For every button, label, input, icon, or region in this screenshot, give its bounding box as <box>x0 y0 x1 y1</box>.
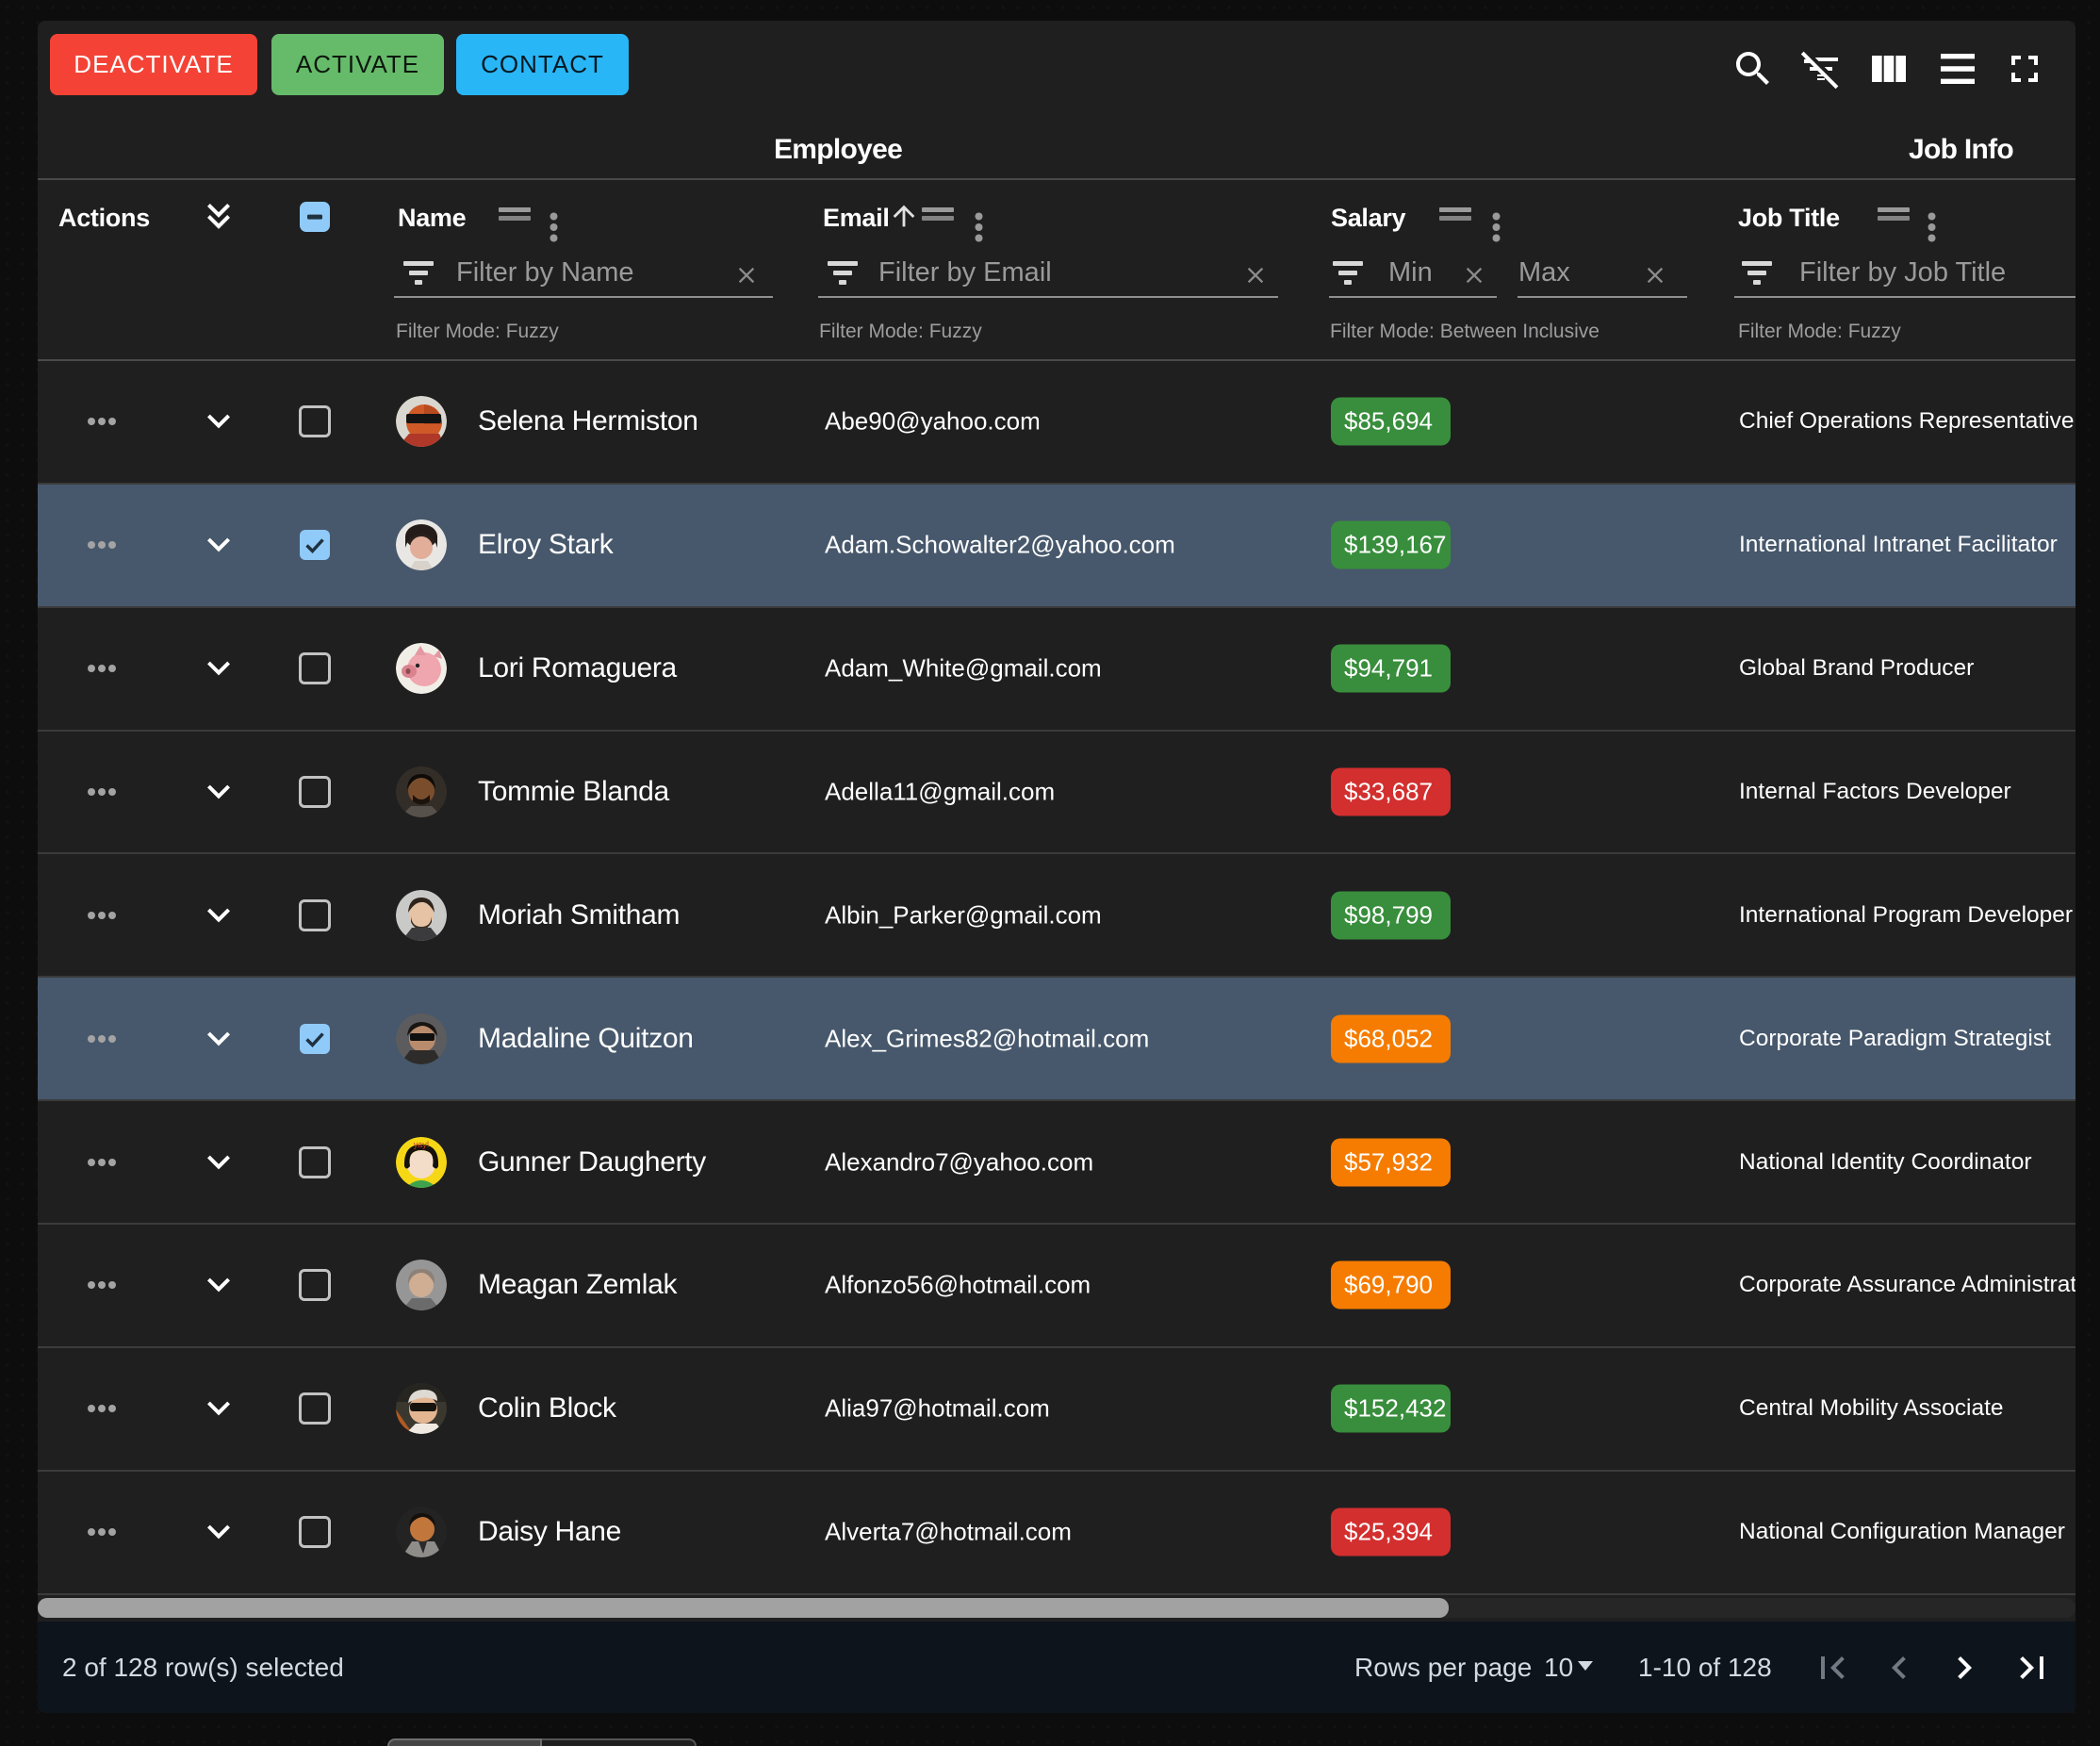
svg-text:yay!: yay! <box>414 1140 430 1149</box>
